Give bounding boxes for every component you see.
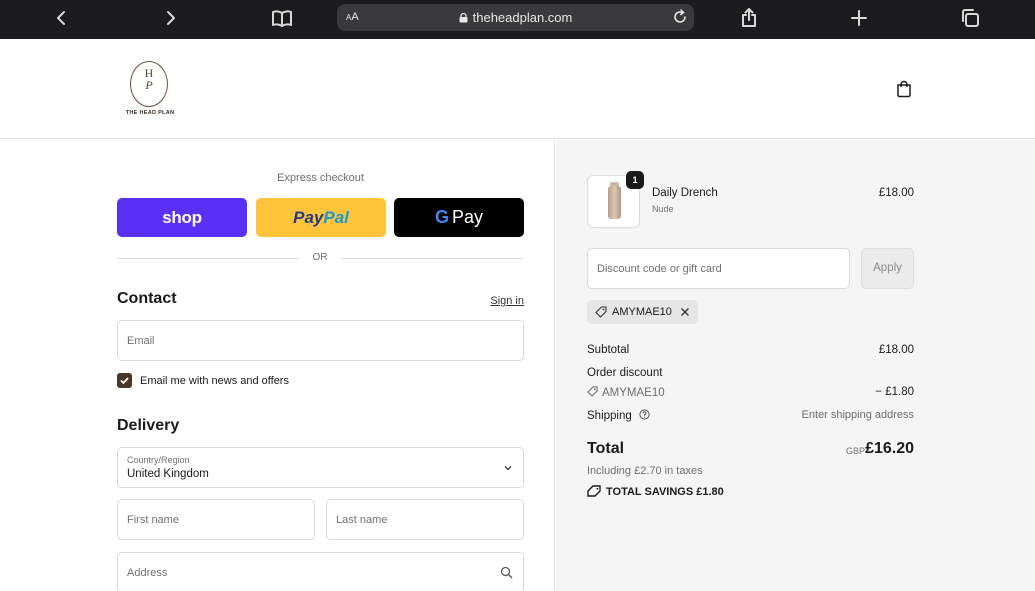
- help-icon[interactable]: [639, 409, 650, 420]
- bookmarks-icon[interactable]: [267, 5, 297, 31]
- first-name-field[interactable]: First name: [117, 499, 315, 540]
- product-price: £18.00: [878, 187, 914, 199]
- newsletter-checkbox[interactable]: [117, 373, 132, 388]
- total-value: £16.20: [865, 440, 914, 457]
- product-name: Daily Drench: [652, 187, 718, 199]
- total-savings: TOTAL SAVINGS £1.80: [587, 485, 724, 498]
- chevron-down-icon: [504, 466, 512, 471]
- checkout-form: Express checkout shop Pay Pal G Pay OR Con…: [0, 140, 555, 591]
- tabs-overview-icon[interactable]: [955, 5, 985, 31]
- url-text[interactable]: theheadplan.com: [337, 10, 694, 25]
- taxes-note: Including £2.70 in taxes: [587, 465, 703, 477]
- google-pay-button[interactable]: G Pay: [394, 198, 524, 237]
- express-checkout-label: Express checkout: [277, 172, 364, 184]
- product-variant: Nude: [652, 204, 674, 214]
- paypal-button[interactable]: Pay Pal: [256, 198, 386, 237]
- shipping-row: Shipping Enter shipping address: [587, 409, 914, 422]
- quantity-badge: 1: [626, 171, 644, 189]
- order-discount-row: AMYMAE10 − £1.80: [587, 386, 914, 399]
- share-icon[interactable]: [734, 5, 764, 31]
- applied-discount-chip: AMYMAE10: [587, 300, 698, 324]
- reload-icon[interactable]: [672, 9, 688, 25]
- back-icon[interactable]: [46, 5, 76, 31]
- forward-icon[interactable]: [156, 5, 186, 31]
- order-summary: 1 Daily Drench Nude £18.00 Discount code…: [556, 140, 1035, 591]
- address-field[interactable]: Address: [117, 552, 524, 591]
- lock-icon: [459, 13, 468, 23]
- subtotal-row: Subtotal £18.00: [587, 344, 914, 356]
- savings-tag-icon: [587, 485, 601, 497]
- checkmark-icon: [120, 377, 129, 385]
- delivery-title: Delivery: [117, 417, 180, 434]
- order-discount-label: Order discount: [587, 367, 663, 379]
- email-field[interactable]: Email: [117, 320, 524, 361]
- search-icon: [500, 566, 513, 579]
- new-tab-icon[interactable]: [844, 5, 874, 31]
- browser-toolbar: AA theheadplan.com: [0, 0, 1035, 39]
- the-head-plan-logo[interactable]: HP THE HEAD PLAN: [124, 59, 176, 119]
- address-bar[interactable]: AA theheadplan.com: [337, 4, 694, 31]
- site-header: HP THE HEAD PLAN: [0, 39, 1035, 139]
- last-name-field[interactable]: Last name: [326, 499, 524, 540]
- shopping-bag-icon[interactable]: [895, 80, 913, 98]
- total-currency: GBP: [846, 446, 866, 456]
- or-label: OR: [300, 252, 340, 263]
- discount-tag-icon: [587, 386, 598, 397]
- discount-code-input[interactable]: Discount code or gift card: [587, 248, 850, 289]
- total-label: Total: [587, 440, 625, 457]
- sign-in-link[interactable]: Sign in: [470, 295, 524, 307]
- tag-icon: [595, 306, 607, 318]
- apply-button[interactable]: Apply: [861, 248, 914, 289]
- contact-title: Contact: [117, 290, 177, 307]
- newsletter-label: Email me with news and offers: [140, 375, 289, 387]
- shop-pay-button[interactable]: shop: [117, 198, 247, 237]
- country-select[interactable]: Country/Region United Kingdom: [117, 447, 524, 488]
- remove-discount-icon[interactable]: [679, 306, 691, 318]
